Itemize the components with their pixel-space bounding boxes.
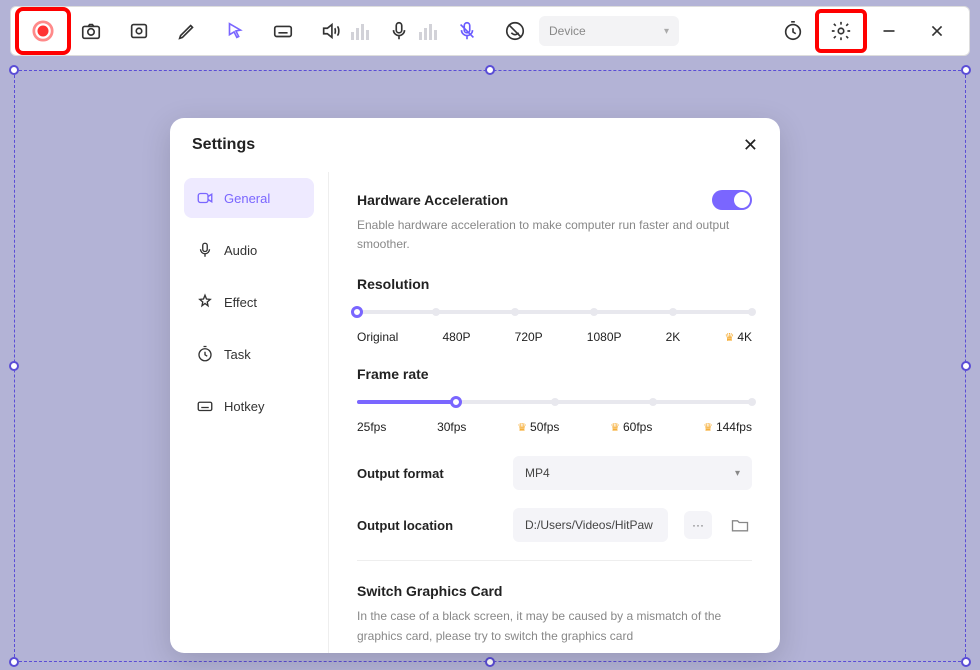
modal-header: Settings ✕ [170,118,780,172]
output-format-select[interactable]: MP4 ▾ [513,456,752,490]
no-watermark-icon[interactable] [491,11,539,51]
close-icon[interactable]: ✕ [743,135,758,156]
gpu-desc: In the case of a black screen, it may be… [357,607,752,645]
keyboard-icon[interactable] [259,11,307,51]
chevron-down-icon: ▾ [735,468,740,479]
sidebar-item-label: Hotkey [224,399,264,414]
hw-accel-toggle[interactable] [712,190,752,210]
hw-accel-title: Hardware Acceleration [357,192,508,208]
output-location-more[interactable]: ··· [684,511,712,539]
resolution-title: Resolution [357,276,752,292]
cursor-icon[interactable] [211,11,259,51]
modal-title: Settings [192,136,255,154]
sidebar-item-general[interactable]: General [184,178,314,218]
divider [357,560,752,561]
pen-icon[interactable] [163,11,211,51]
sidebar-item-audio[interactable]: Audio [184,230,314,270]
crown-icon: ♛ [610,421,620,434]
output-location-field[interactable]: D:/Users/Videos/HitPaw [513,508,668,542]
sidebar-item-label: Audio [224,243,257,258]
mic-icon[interactable] [375,11,423,51]
resolution-slider[interactable] [357,302,752,322]
settings-button[interactable] [817,11,865,51]
game-mic-icon[interactable] [443,11,491,51]
device-label: Device [549,24,586,38]
settings-modal: Settings ✕ General Audio Effect Task [170,118,780,653]
sidebar-item-effect[interactable]: Effect [184,282,314,322]
record-button[interactable] [19,11,67,51]
sidebar-item-label: General [224,191,270,206]
sidebar-item-task[interactable]: Task [184,334,314,374]
resolution-labels: Original 480P 720P 1080P 2K ♛4K [357,330,752,344]
framerate-slider[interactable] [357,392,752,412]
framerate-title: Frame rate [357,366,752,382]
close-window-button[interactable] [913,11,961,51]
sidebar-item-label: Task [224,347,251,362]
webcam-icon[interactable] [115,11,163,51]
crown-icon: ♛ [703,421,713,434]
chevron-down-icon: ▾ [664,26,669,37]
framerate-labels: 25fps 30fps ♛50fps ♛60fps ♛144fps [357,420,752,434]
settings-panel: Hardware Acceleration Enable hardware ac… [328,172,780,653]
hw-accel-desc: Enable hardware acceleration to make com… [357,216,752,254]
output-location-label: Output location [357,518,497,533]
minimize-button[interactable] [865,11,913,51]
camera-icon[interactable] [67,11,115,51]
open-folder-button[interactable] [728,513,752,537]
settings-sidebar: General Audio Effect Task Hotkey [170,172,328,653]
gpu-title: Switch Graphics Card [357,583,752,599]
timer-icon[interactable] [769,11,817,51]
top-toolbar: Device ▾ [10,6,970,56]
sidebar-item-hotkey[interactable]: Hotkey [184,386,314,426]
output-format-label: Output format [357,466,497,481]
crown-icon: ♛ [724,331,734,344]
crown-icon: ♛ [517,421,527,434]
sidebar-item-label: Effect [224,295,257,310]
device-select[interactable]: Device ▾ [539,16,679,46]
speaker-icon[interactable] [307,11,355,51]
